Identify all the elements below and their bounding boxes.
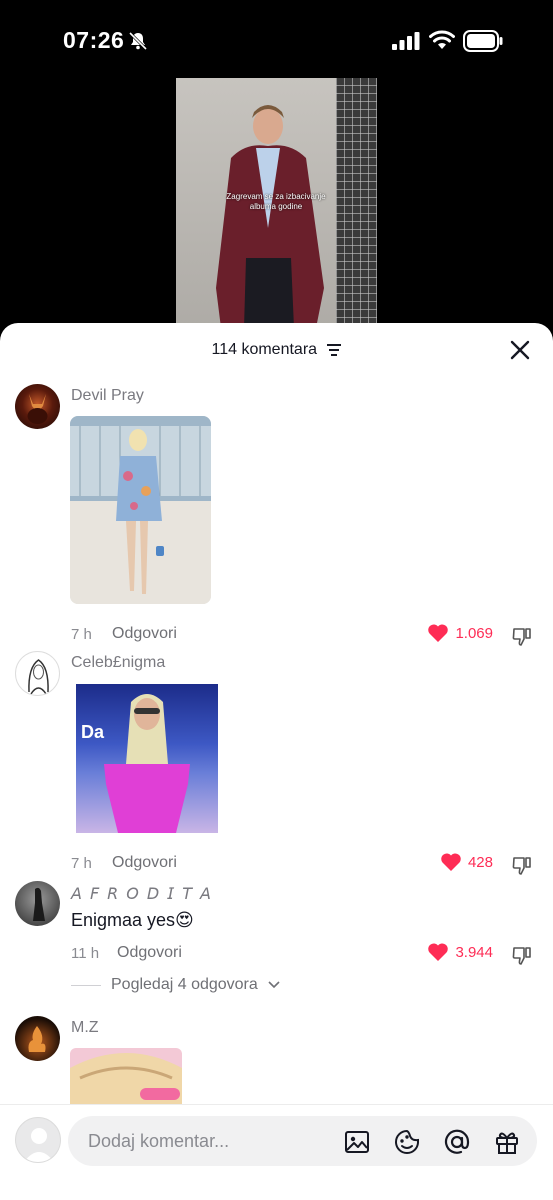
- video-preview[interactable]: Zagrevam se za izbacivanje albuma godine: [176, 78, 377, 328]
- comment-username[interactable]: 𝘈 𝘍 𝘙 𝘖 𝘋 𝘐 𝘛 𝘈: [71, 884, 213, 904]
- comment-time: 7 h: [71, 626, 92, 643]
- meme-caption: Da: [81, 722, 105, 742]
- wifi-icon: [429, 30, 455, 49]
- comment-time: 11 h: [71, 945, 100, 962]
- like-button[interactable]: 1.069: [427, 623, 493, 643]
- comment-username[interactable]: Celeb£nigma: [71, 654, 165, 672]
- cellular-signal-icon: [392, 32, 420, 50]
- avatar[interactable]: [15, 881, 60, 926]
- dislike-icon[interactable]: [511, 854, 533, 876]
- comment-photo-illustration: [70, 1053, 182, 1108]
- heart-filled-icon: [428, 624, 449, 642]
- mention-icon[interactable]: [443, 1128, 471, 1156]
- default-user-icon: [24, 1128, 54, 1162]
- comment-meme-illustration: [104, 694, 190, 833]
- comment-image[interactable]: [70, 1048, 182, 1108]
- avatar[interactable]: [15, 384, 60, 429]
- comment-composer: [0, 1104, 553, 1200]
- view-replies-label: Pogledaj 4 odgovora: [111, 976, 258, 993]
- like-count: 1.069: [455, 624, 493, 642]
- like-count: 428: [467, 853, 493, 871]
- dislike-icon[interactable]: [511, 944, 533, 966]
- avatar[interactable]: [15, 651, 60, 696]
- comment-item: Celeb£nigma Da 7 h Odgovori 428: [0, 648, 553, 878]
- dislike-icon[interactable]: [511, 625, 533, 647]
- comment-username[interactable]: M.Z: [71, 1019, 99, 1037]
- avatar-silhouette-image: [33, 887, 45, 921]
- sort-icon[interactable]: [326, 343, 342, 357]
- divider-line: [71, 984, 101, 986]
- reply-button[interactable]: Odgovori: [117, 944, 182, 962]
- avatar-fire-image: [28, 1026, 46, 1052]
- comment-image[interactable]: Da: [76, 684, 218, 833]
- comment-count-label: 114 komentara: [211, 341, 318, 358]
- emoji-icon[interactable]: [393, 1128, 421, 1156]
- comment-item: Devil Pray 7 h Odgovori 1.069: [0, 381, 553, 646]
- bell-muted-icon: [128, 31, 148, 51]
- like-button[interactable]: 3.944: [427, 942, 493, 962]
- like-button[interactable]: 428: [440, 852, 493, 872]
- status-bar: 07:26: [0, 0, 553, 80]
- comment-item: M.Z: [0, 1013, 553, 1113]
- view-replies-button[interactable]: Pogledaj 4 odgovora: [71, 976, 280, 994]
- comment-input[interactable]: [88, 1116, 328, 1166]
- video-caption: Zagrevam se za izbacivanje albuma godine: [226, 192, 326, 211]
- comment-photo-illustration: [70, 416, 211, 604]
- my-avatar[interactable]: [15, 1117, 61, 1163]
- avatar-devil-image: [27, 394, 48, 424]
- heart-filled-icon: [428, 943, 449, 961]
- heart-filled-icon: [441, 853, 461, 871]
- status-time: 07:26: [63, 27, 125, 53]
- reply-button[interactable]: Odgovori: [112, 625, 177, 643]
- reply-button[interactable]: Odgovori: [112, 854, 177, 872]
- comment-input-container: [68, 1116, 537, 1166]
- comment-image[interactable]: [70, 416, 211, 604]
- image-icon[interactable]: [343, 1128, 371, 1156]
- chevron-down-icon: [268, 981, 280, 989]
- comment-username[interactable]: Devil Pray: [71, 387, 144, 405]
- comment-text: Enigmaa yes😍: [71, 910, 194, 930]
- comment-time: 7 h: [71, 855, 92, 872]
- comments-header: 114 komentara: [0, 323, 553, 375]
- comments-title[interactable]: 114 komentara: [0, 341, 553, 359]
- avatar-sketch-image: [28, 659, 49, 695]
- close-icon[interactable]: [507, 337, 533, 363]
- gift-icon[interactable]: [493, 1128, 521, 1156]
- comments-sheet: 114 komentara Devil Pray 7 h Odgovori 1.…: [0, 323, 553, 1200]
- comment-item: 𝘈 𝘍 𝘙 𝘖 𝘋 𝘐 𝘛 𝘈 Enigmaa yes😍 11 h Odgovo…: [0, 878, 553, 1008]
- battery-icon: [463, 30, 503, 52]
- avatar[interactable]: [15, 1016, 60, 1061]
- like-count: 3.944: [455, 943, 493, 961]
